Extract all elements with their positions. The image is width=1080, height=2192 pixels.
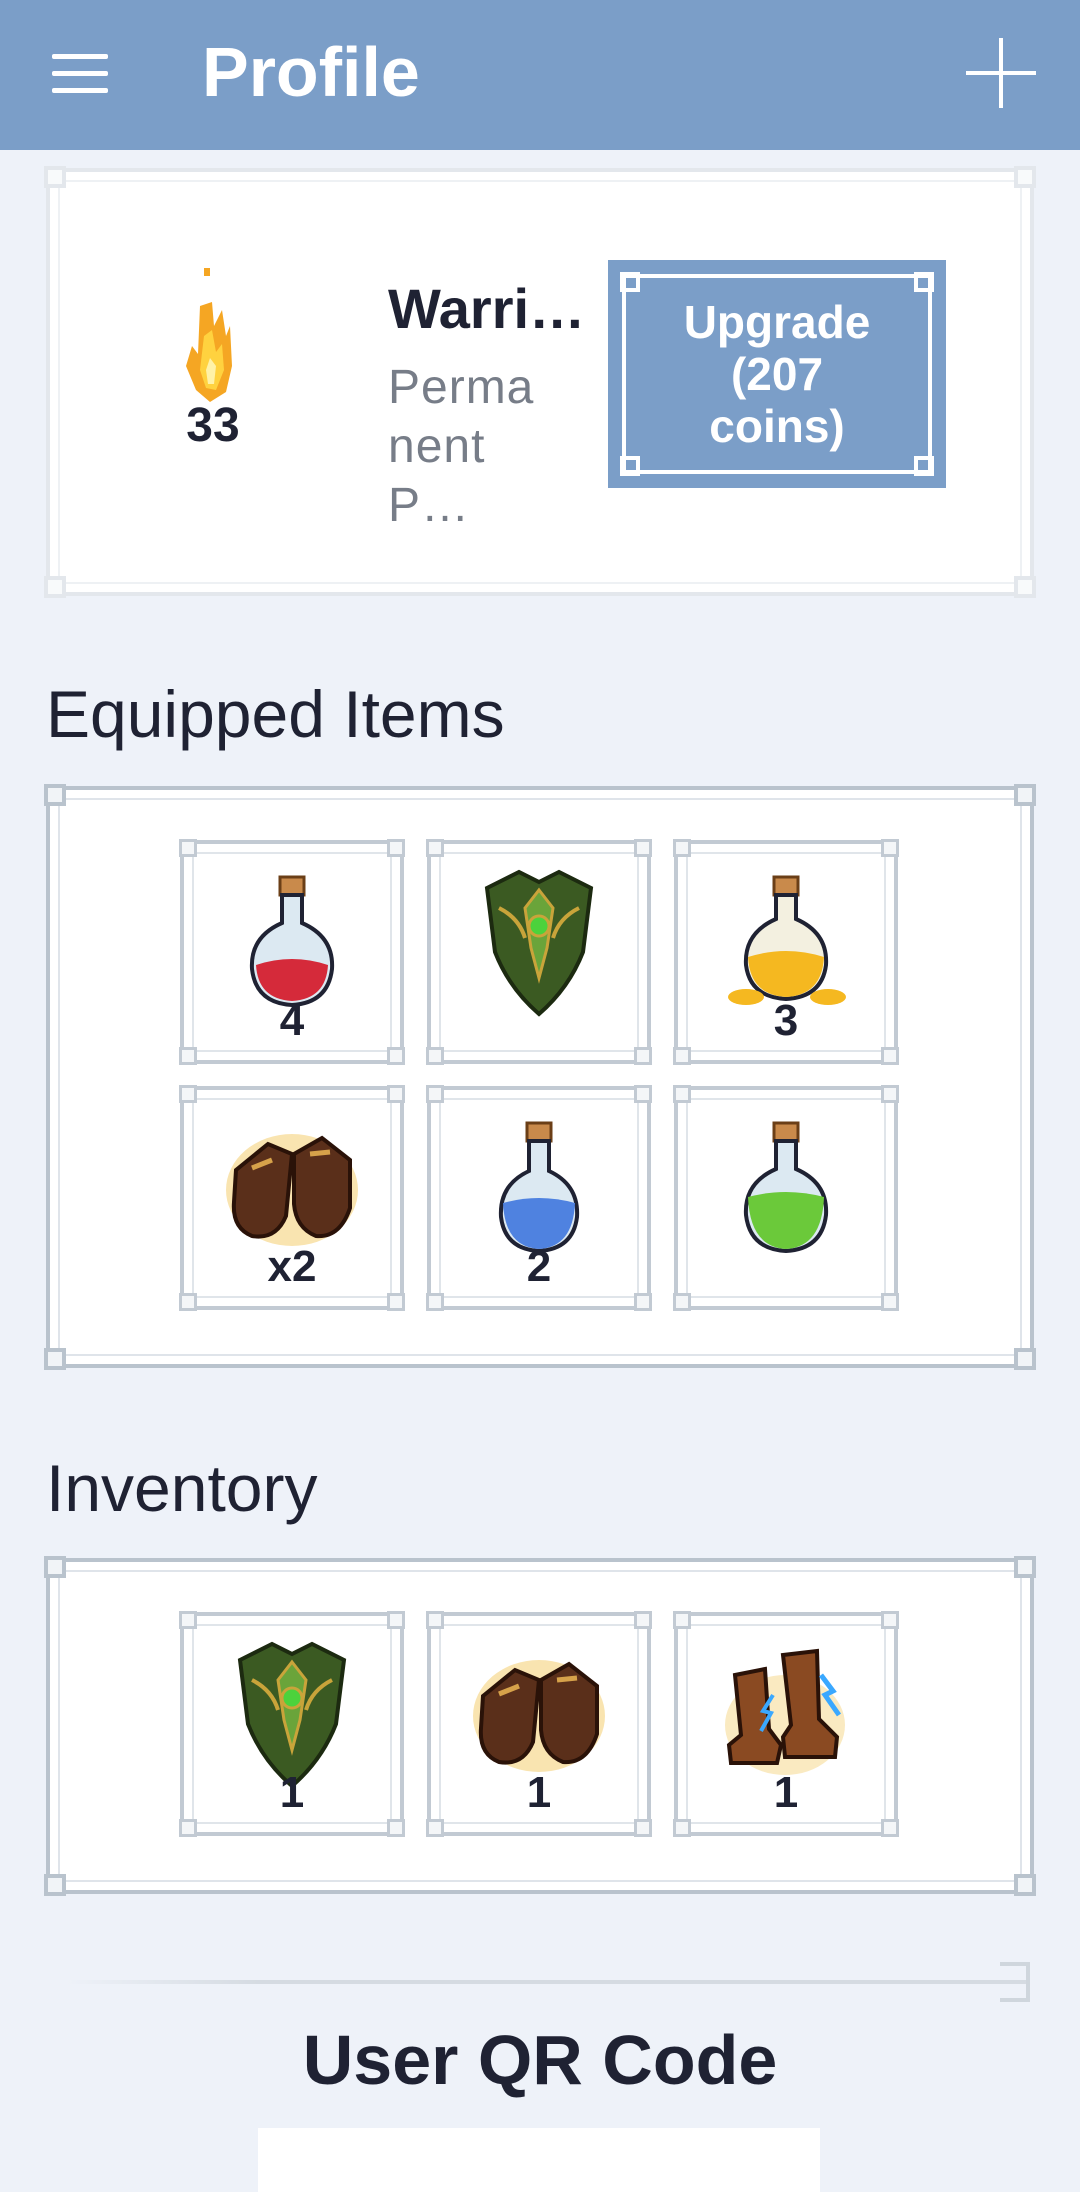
equipped-slot[interactable] <box>673 1085 899 1311</box>
divider-ornament <box>1000 1962 1030 2002</box>
equipped-panel: 4 3 x2 2 <box>44 784 1036 1370</box>
description-line: nent P… <box>388 420 486 532</box>
equipped-slot[interactable]: x2 <box>179 1085 405 1311</box>
equipped-title: Equipped Items <box>46 677 505 751</box>
qr-code-title: User QR Code <box>302 2021 778 2099</box>
divider <box>66 1980 1026 1984</box>
upgrade-label: Upgrade <box>683 296 871 348</box>
class-description: Perma nent P… <box>388 358 568 535</box>
upgrade-label: (207 <box>730 348 824 400</box>
item-quantity: 2 <box>526 1242 552 1291</box>
qr-code-image <box>258 2128 820 2192</box>
green-potion-icon <box>743 1121 829 1254</box>
hamburger-menu-icon[interactable] <box>52 54 108 94</box>
equipped-slot[interactable]: 4 <box>179 839 405 1065</box>
item-quantity: 3 <box>773 996 799 1045</box>
blue-potion-icon <box>498 1121 580 1254</box>
item-quantity: 1 <box>773 1768 799 1817</box>
equipped-slot[interactable]: 3 <box>673 839 899 1065</box>
green-shield-icon <box>484 870 594 1018</box>
leather-gloves-icon <box>473 1660 605 1773</box>
equipped-slot[interactable] <box>426 839 652 1065</box>
flame-icon <box>186 268 232 402</box>
lightning-boots-icon <box>725 1649 845 1776</box>
class-name: Warri… <box>388 277 586 340</box>
item-quantity: 1 <box>526 1768 552 1817</box>
inventory-slot[interactable]: 1 <box>426 1611 652 1837</box>
inventory-title: Inventory <box>46 1451 318 1525</box>
profile-card: 33 Warri… Perma nent P… Upgrade (207 coi… <box>44 166 1036 598</box>
leather-gloves-icon <box>226 1134 358 1247</box>
description-line: Perma <box>388 361 535 414</box>
gold-potion-icon <box>728 875 846 1006</box>
app-bar: Profile <box>0 0 1080 150</box>
inventory-slot[interactable]: 1 <box>179 1611 405 1837</box>
inventory-panel: 1 1 1 <box>44 1556 1036 1896</box>
streak-count: 33 <box>186 399 240 452</box>
plus-icon[interactable] <box>966 38 1036 108</box>
inventory-slot[interactable]: 1 <box>673 1611 899 1837</box>
item-quantity: 4 <box>279 996 305 1045</box>
upgrade-button[interactable]: Upgrade (207 coins) <box>608 260 946 488</box>
item-quantity: x2 <box>267 1242 317 1291</box>
item-quantity: 1 <box>279 1768 305 1817</box>
page-title: Profile <box>202 33 420 111</box>
equipped-slot[interactable]: 2 <box>426 1085 652 1311</box>
red-potion-icon <box>249 875 335 1008</box>
upgrade-label: coins) <box>709 400 845 452</box>
